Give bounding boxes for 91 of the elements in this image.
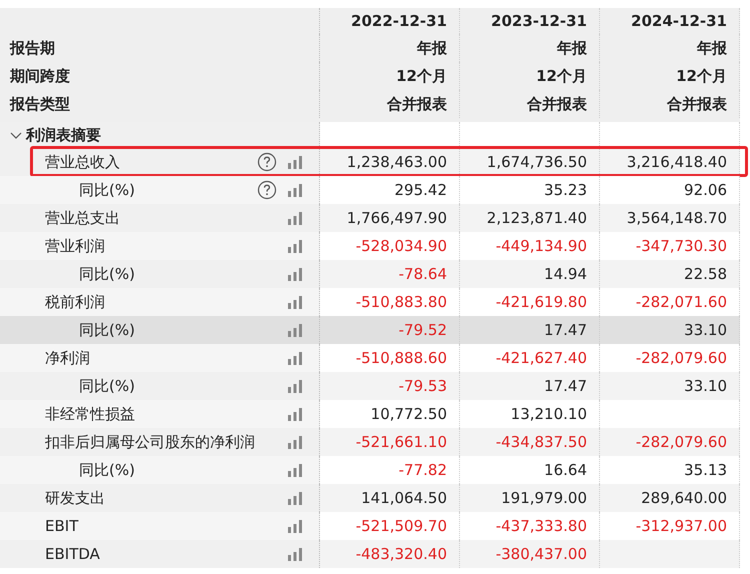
value-cell-text: 141,064.50: [361, 488, 447, 509]
value-cell-text: 92.06: [684, 180, 727, 201]
bar-chart-icon[interactable]: [287, 379, 303, 393]
row-label: 同比(%): [78, 376, 136, 397]
value-cell-text: -282,079.60: [636, 348, 727, 369]
row-label: 研发支出: [44, 488, 106, 509]
row-label: 非经常性损益: [44, 404, 136, 425]
header-label: 报告期: [10, 38, 55, 59]
value-cell-text: 33.10: [684, 320, 727, 341]
row-label: 同比(%): [78, 320, 136, 341]
bar-chart-icon[interactable]: [287, 491, 303, 505]
value-cell-text: 33.10: [684, 376, 727, 397]
header-value: 年报: [697, 38, 727, 59]
value-cell-text: -528,034.90: [356, 236, 447, 257]
value-cell-text: -510,883.80: [356, 292, 447, 313]
row-label: 营业利润: [44, 236, 106, 257]
bar-chart-icon[interactable]: [287, 463, 303, 477]
bar-chart-icon[interactable]: [287, 155, 303, 169]
bar-chart-icon[interactable]: [287, 547, 303, 561]
header-label: 报告类型: [10, 94, 70, 115]
help-icon[interactable]: [257, 180, 277, 200]
bar-chart-icon[interactable]: [287, 239, 303, 253]
value-cell-text: -510,888.60: [356, 348, 447, 369]
value-cell-text: 14.94: [544, 264, 587, 285]
row-label: EBITDA: [44, 544, 101, 565]
value-cell-text: 35.23: [544, 180, 587, 201]
value-cell-text: -282,071.60: [636, 292, 727, 313]
row-label: 税前利润: [44, 292, 106, 313]
value-cell-text: -79.52: [398, 320, 447, 341]
row-label: 同比(%): [78, 264, 136, 285]
value-cell-text: 16.64: [544, 460, 587, 481]
row-label: 营业总支出: [44, 208, 121, 229]
value-cell-text: -282,079.60: [636, 432, 727, 453]
value-cell-text: -78.64: [398, 264, 447, 285]
header-value: 12个月: [536, 66, 587, 87]
header-value: 年报: [417, 38, 447, 59]
header-value: 合并报表: [527, 94, 587, 115]
value-cell-text: 3,564,148.70: [626, 208, 727, 229]
header-value: 12个月: [396, 66, 447, 87]
value-cell-text: 289,640.00: [641, 488, 727, 509]
bar-chart-icon[interactable]: [287, 351, 303, 365]
value-cell-text: -421,627.40: [496, 348, 587, 369]
value-cell-text: -79.53: [398, 376, 447, 397]
value-cell-text: 3,216,418.40: [626, 152, 727, 173]
column-header: 2024-12-31: [631, 10, 727, 32]
value-cell-text: -77.82: [398, 460, 447, 481]
header-value: 12个月: [676, 66, 727, 87]
value-cell-text: 10,772.50: [370, 404, 447, 425]
value-cell-text: 295.42: [394, 180, 447, 201]
value-cell-text: 17.47: [544, 376, 587, 397]
header-value: 年报: [557, 38, 587, 59]
row-label: 净利润: [44, 348, 91, 369]
bar-chart-icon[interactable]: [287, 211, 303, 225]
value-cell-text: 2,123,871.40: [486, 208, 587, 229]
column-header: 2023-12-31: [491, 10, 587, 32]
header-value: 合并报表: [387, 94, 447, 115]
bar-chart-icon[interactable]: [287, 183, 303, 197]
value-cell-text: 17.47: [544, 320, 587, 341]
value-cell-text: 22.58: [684, 264, 727, 285]
column-header: 2022-12-31: [351, 10, 447, 32]
header-label: 期间跨度: [10, 66, 70, 87]
value-cell-text: -521,661.10: [356, 432, 447, 453]
value-cell-text: 191,979.00: [501, 488, 587, 509]
section-title: 利润表摘要: [26, 124, 101, 146]
value-cell-text: -347,730.30: [636, 236, 727, 257]
bar-chart-icon[interactable]: [287, 435, 303, 449]
value-cell-text: -421,619.80: [496, 292, 587, 313]
row-label: 同比(%): [78, 180, 136, 201]
bar-chart-icon[interactable]: [287, 267, 303, 281]
value-cell-text: 13,210.10: [510, 404, 587, 425]
value-cell-text: 1,674,736.50: [486, 152, 587, 173]
value-cell-text: 1,238,463.00: [346, 152, 447, 173]
row-label: 扣非后归属母公司股东的净利润: [44, 432, 256, 453]
bar-chart-icon[interactable]: [287, 295, 303, 309]
value-cell-text: -449,134.90: [496, 236, 587, 257]
value-cell-text: -437,333.80: [496, 516, 587, 537]
value-cell-text: 1,766,497.90: [346, 208, 447, 229]
value-cell-text: -483,320.40: [356, 544, 447, 565]
row-label: 同比(%): [78, 460, 136, 481]
header-value: 合并报表: [667, 94, 727, 115]
bar-chart-icon[interactable]: [287, 323, 303, 337]
value-cell-text: -434,837.50: [496, 432, 587, 453]
bar-chart-icon[interactable]: [287, 519, 303, 533]
row-label: EBIT: [44, 516, 80, 537]
value-cell-text: 35.13: [684, 460, 727, 481]
row-label: 营业总收入: [44, 152, 121, 173]
help-icon[interactable]: [257, 152, 277, 172]
value-cell-text: -521,509.70: [356, 516, 447, 537]
bar-chart-icon[interactable]: [287, 407, 303, 421]
value-cell-text: -312,937.00: [636, 516, 727, 537]
value-cell-text: -380,437.00: [496, 544, 587, 565]
